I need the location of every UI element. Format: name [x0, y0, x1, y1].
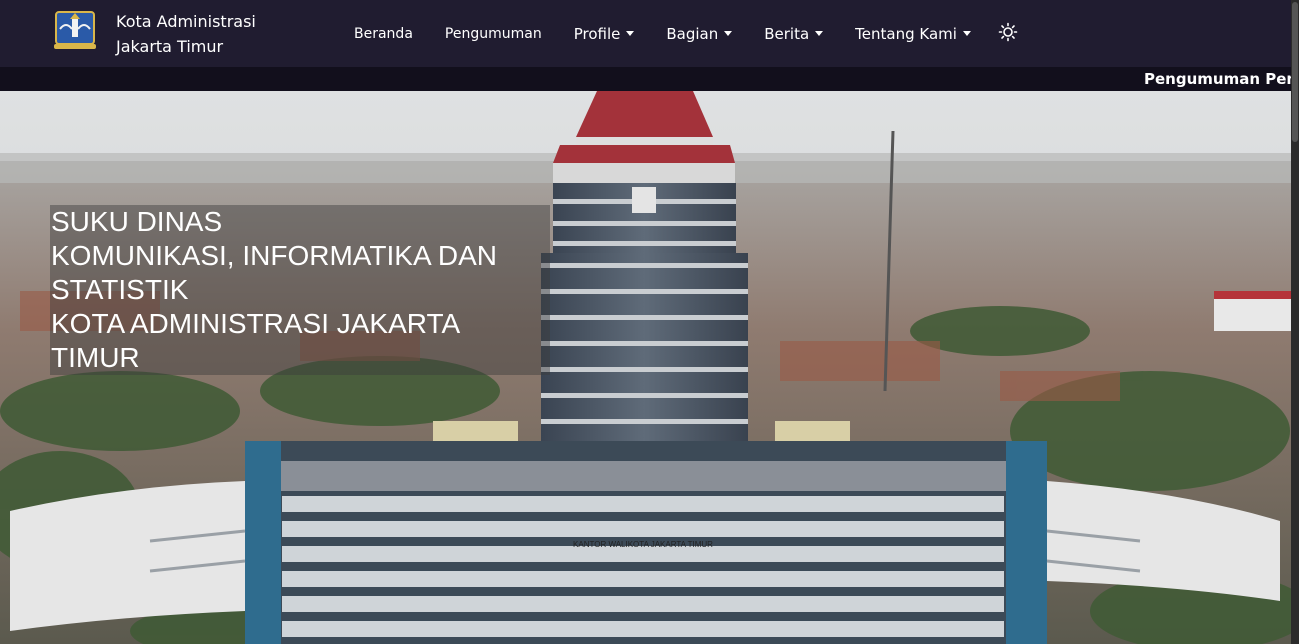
city-emblem-icon — [52, 9, 98, 51]
caret-down-icon — [962, 31, 971, 36]
nav-berita-label: Berita — [764, 24, 810, 43]
nav-profile[interactable]: Profile — [574, 25, 635, 43]
nav-beranda[interactable]: Beranda — [354, 26, 413, 42]
hero-banner: KANTOR WALIKOTA JAKARTA TIMUR SUKU DINAS… — [0, 91, 1291, 644]
nav-bagian[interactable]: Bagian — [666, 24, 733, 43]
nav-tentang-kami-label: Tentang Kami — [855, 24, 957, 43]
main-nav: Beranda Pengumuman Profile Bagian Berita… — [354, 0, 1003, 67]
scrollbar-thumb[interactable] — [1292, 2, 1298, 142]
building-sign: KANTOR WALIKOTA JAKARTA TIMUR — [573, 540, 713, 549]
brand[interactable]: Kota Administrasi Jakarta Timur — [52, 9, 256, 56]
brand-line-1: Kota Administrasi — [116, 12, 256, 31]
announcement-ticker[interactable]: Pengumuman Pene — [0, 67, 1291, 91]
brand-line-2: Jakarta Timur — [116, 37, 224, 56]
hero-title-line-4: KOTA ADMINISTRASI JAKARTA — [51, 308, 461, 339]
hero-title-line-2: KOMUNIKASI, INFORMATIKA DAN — [51, 240, 497, 271]
hero-title-line-5: TIMUR — [51, 342, 140, 373]
caret-down-icon — [815, 31, 824, 36]
brand-text: Kota Administrasi Jakarta Timur — [116, 9, 286, 59]
caret-down-icon — [626, 31, 635, 36]
nav-tentang-kami[interactable]: Tentang Kami — [855, 25, 971, 43]
ticker-text: Pengumuman Pene — [1144, 70, 1291, 88]
hero-title: SUKU DINAS KOMUNIKASI, INFORMATIKA DAN S… — [51, 205, 551, 375]
nav-profile-label: Profile — [573, 24, 621, 43]
nav-pengumuman-label: Pengumuman — [444, 25, 542, 42]
nav-beranda-label: Beranda — [354, 25, 413, 42]
nav-bagian-label: Bagian — [666, 24, 719, 43]
caret-down-icon — [724, 31, 733, 36]
hero-title-line-3: STATISTIK — [51, 274, 189, 305]
sun-icon[interactable] — [998, 22, 1018, 42]
nav-berita[interactable]: Berita — [764, 24, 824, 43]
page-scrollbar[interactable] — [1291, 0, 1299, 644]
hero-title-line-1: SUKU DINAS — [51, 206, 223, 237]
top-navbar: Kota Administrasi Jakarta Timur Beranda … — [0, 0, 1291, 67]
nav-pengumuman[interactable]: Pengumuman — [445, 26, 542, 42]
